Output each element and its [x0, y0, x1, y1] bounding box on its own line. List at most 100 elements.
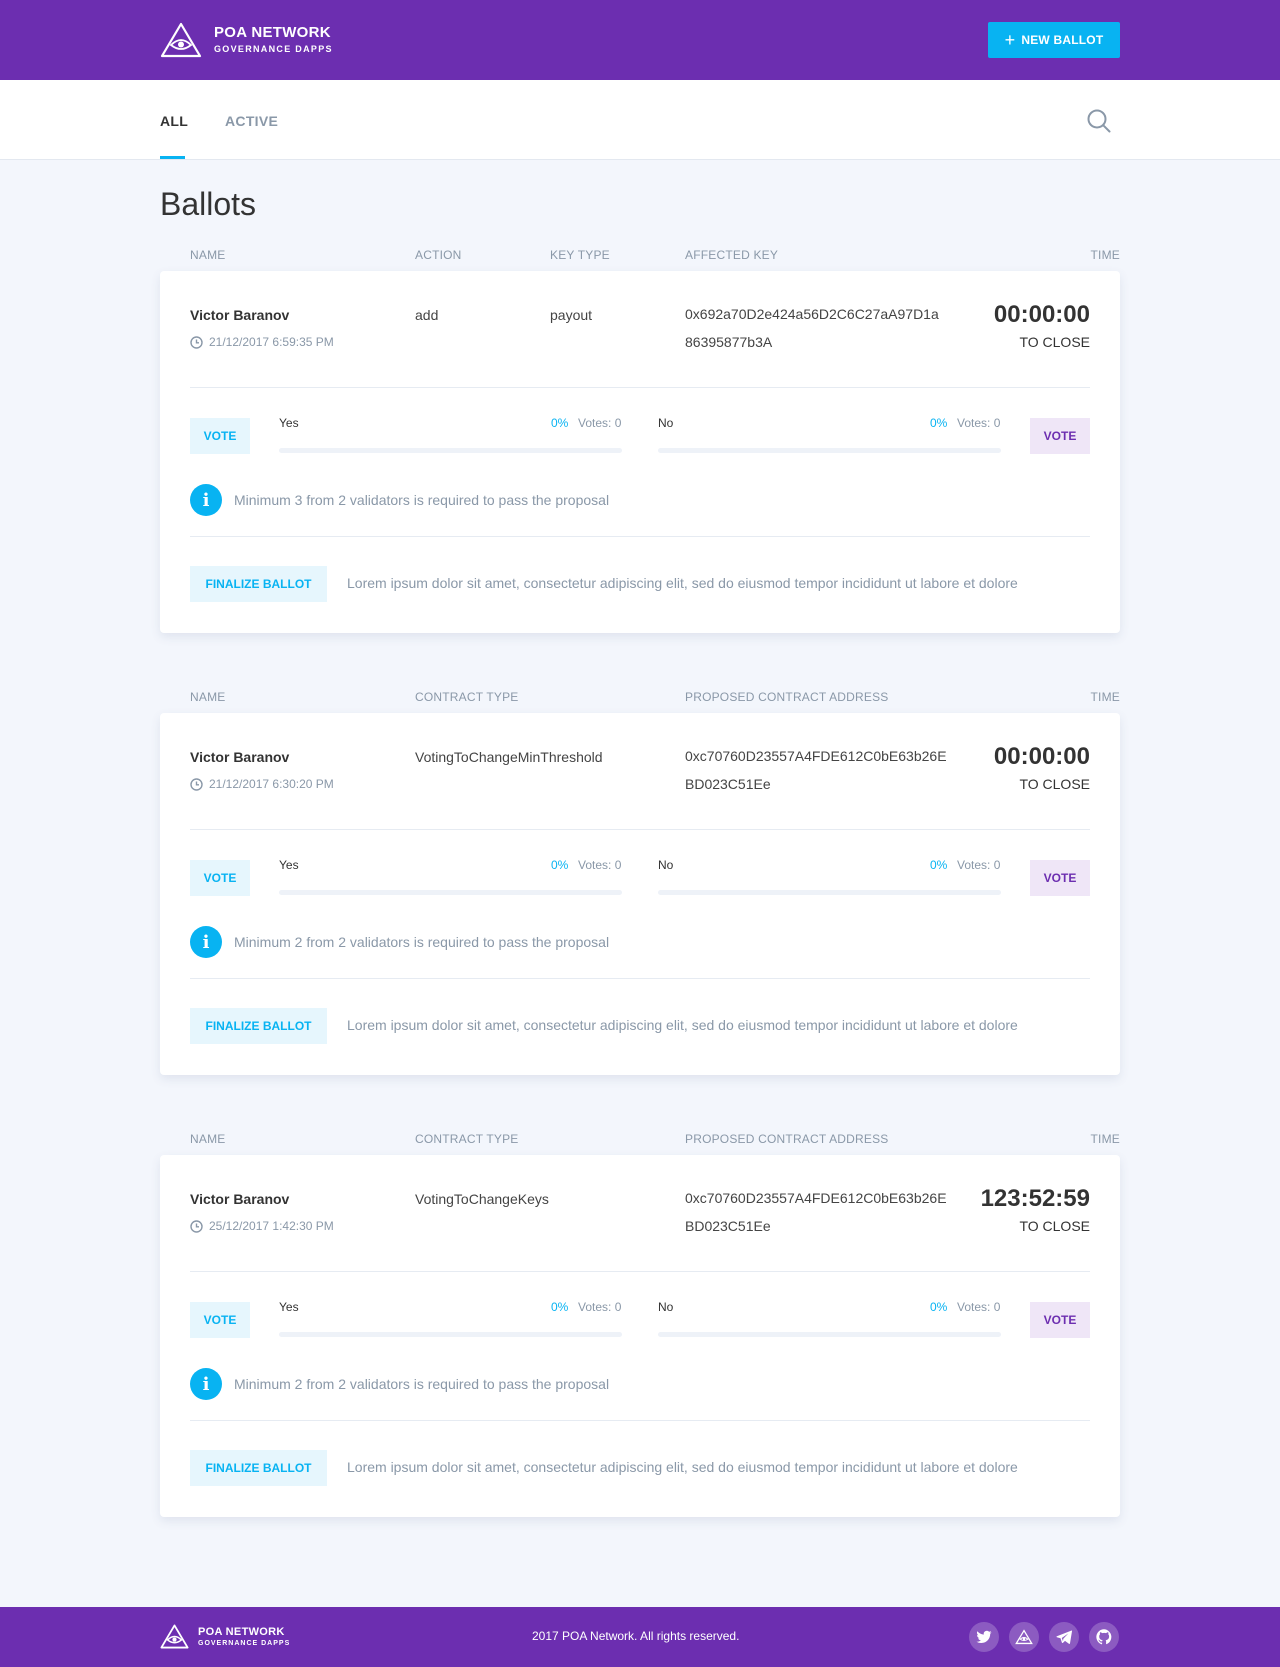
vote-yes-button[interactable]: VOTE: [190, 860, 250, 896]
address-line-2: BD023C51Ee: [685, 1218, 771, 1234]
no-progress-bar: [658, 890, 1001, 895]
vote-yes-button[interactable]: VOTE: [190, 418, 250, 454]
clock-icon: [190, 1219, 203, 1233]
yes-percent: 0%: [551, 416, 569, 430]
divider: [190, 387, 1090, 388]
no-progress-bar: [658, 448, 1001, 453]
address-line-2: BD023C51Ee: [685, 776, 771, 792]
ballot-contract-type: VotingToChangeMinThreshold: [415, 749, 603, 765]
divider: [190, 829, 1090, 830]
finalize-ballot-button[interactable]: FINALIZE BALLOT: [190, 566, 327, 602]
tab-active[interactable]: ACTIVE: [225, 113, 278, 129]
vote-no-button[interactable]: VOTE: [1030, 1302, 1090, 1338]
address-line-1: 0xc70760D23557A4FDE612C0bE63b26E: [685, 1190, 947, 1206]
column-header-key-type: KEY TYPE: [550, 248, 610, 262]
column-header-time: TIME: [1090, 1132, 1120, 1146]
ballot-description: Lorem ipsum dolor sit amet, consectetur …: [347, 1017, 1018, 1033]
column-header-action: ACTION: [415, 248, 462, 262]
ballot-action: add: [415, 307, 439, 323]
active-tab-indicator: [160, 156, 185, 159]
finalize-ballot-button[interactable]: FINALIZE BALLOT: [190, 1450, 327, 1486]
column-header-time: TIME: [1090, 248, 1120, 262]
divider: [190, 1271, 1090, 1272]
ballot-filter-nav: ALL ACTIVE: [0, 80, 1280, 160]
ballot-creator-name: Victor Baranov: [190, 307, 290, 323]
column-header-name: NAME: [190, 248, 226, 262]
ballot-creator-name: Victor Baranov: [190, 749, 290, 765]
column-header-proposed-address: PROPOSED CONTRACT ADDRESS: [685, 1132, 889, 1146]
info-icon: i: [190, 926, 222, 958]
footer-logo-subtitle: GOVERNANCE DAPPS: [198, 1639, 291, 1647]
yes-progress-bar: [279, 1332, 622, 1337]
no-progress-bar: [658, 1332, 1001, 1337]
poa-icon[interactable]: [1009, 1622, 1039, 1652]
twitter-icon[interactable]: [969, 1622, 999, 1652]
header: POA NETWORK GOVERNANCE DAPPS + NEW BALLO…: [0, 0, 1280, 80]
ballot-date-text: 21/12/2017 6:30:20 PM: [209, 777, 334, 791]
new-ballot-button[interactable]: + NEW BALLOT: [988, 22, 1120, 58]
divider: [190, 978, 1090, 979]
yes-votes: Votes: 0: [578, 858, 622, 872]
vote-no-button[interactable]: VOTE: [1030, 418, 1090, 454]
column-header-contract-type: CONTRACT TYPE: [415, 690, 519, 704]
footer-logo-title: POA NETWORK: [198, 1625, 285, 1638]
ballot-date-text: 21/12/2017 6:59:35 PM: [209, 335, 334, 349]
yes-percent: 0%: [551, 1300, 569, 1314]
ballot-card: Victor Baranov 21/12/2017 6:30:20 PM Vot…: [160, 713, 1120, 1075]
threshold-info: Minimum 2 from 2 validators is required …: [234, 1376, 610, 1392]
search-icon[interactable]: [1086, 108, 1112, 139]
footer: POA NETWORK GOVERNANCE DAPPS 2017 POA Ne…: [0, 1607, 1280, 1667]
column-header-name: NAME: [190, 1132, 226, 1146]
column-header-affected-key: AFFECTED KEY: [685, 248, 779, 262]
ballot-proposed-address: 0xc70760D23557A4FDE612C0bE63b26E BD023C5…: [685, 1184, 947, 1240]
ballot-key-type: payout: [550, 307, 593, 323]
no-percent: 0%: [930, 416, 948, 430]
column-header-contract-type: CONTRACT TYPE: [415, 1132, 519, 1146]
no-votes: Votes: 0: [957, 858, 1001, 872]
ballot-date: 25/12/2017 1:42:30 PM: [190, 1219, 334, 1233]
logo[interactable]: POA NETWORK GOVERNANCE DAPPS: [160, 22, 333, 58]
finalize-ballot-button[interactable]: FINALIZE BALLOT: [190, 1008, 327, 1044]
ballot-affected-key: 0x692a70D2e424a56D2C6C27aA97D1a 86395877…: [685, 300, 939, 356]
threshold-info: Minimum 3 from 2 validators is required …: [234, 492, 610, 508]
column-header-name: NAME: [190, 690, 226, 704]
yes-votes: Votes: 0: [578, 416, 622, 430]
no-label: No: [658, 1300, 674, 1314]
ballot-time-remaining: 00:00:00: [993, 301, 1090, 328]
info-icon: i: [190, 1368, 222, 1400]
footer-logo[interactable]: POA NETWORK GOVERNANCE DAPPS: [160, 1624, 290, 1649]
ballot-date: 21/12/2017 6:59:35 PM: [190, 335, 334, 349]
clock-icon: [190, 335, 203, 349]
tab-all[interactable]: ALL: [160, 113, 188, 129]
clock-icon: [190, 777, 203, 791]
info-icon: i: [190, 484, 222, 516]
yes-progress-bar: [279, 890, 622, 895]
ballot-description: Lorem ipsum dolor sit amet, consectetur …: [347, 575, 1018, 591]
ballot-proposed-address: 0xc70760D23557A4FDE612C0bE63b26E BD023C5…: [685, 742, 947, 798]
page-title: Ballots: [160, 186, 257, 222]
threshold-info: Minimum 2 from 2 validators is required …: [234, 934, 610, 950]
ballot-time-remaining: 00:00:00: [993, 743, 1090, 770]
time-caption: TO CLOSE: [1019, 1218, 1090, 1234]
vote-no-button[interactable]: VOTE: [1030, 860, 1090, 896]
column-header-proposed-address: PROPOSED CONTRACT ADDRESS: [685, 690, 889, 704]
telegram-icon[interactable]: [1049, 1622, 1079, 1652]
vote-yes-button[interactable]: VOTE: [190, 1302, 250, 1338]
copyright-text: 2017 POA Network. All rights reserved.: [532, 1629, 740, 1643]
logo-subtitle: GOVERNANCE DAPPS: [214, 44, 333, 54]
ballot-description: Lorem ipsum dolor sit amet, consectetur …: [347, 1459, 1018, 1475]
yes-label: Yes: [279, 416, 299, 430]
ballot-contract-type: VotingToChangeKeys: [415, 1191, 549, 1207]
logo-title: POA NETWORK: [214, 24, 331, 41]
yes-label: Yes: [279, 858, 299, 872]
no-label: No: [658, 416, 674, 430]
column-header-time: TIME: [1090, 690, 1120, 704]
plus-icon: +: [1004, 30, 1016, 50]
yes-votes: Votes: 0: [578, 1300, 622, 1314]
github-icon[interactable]: [1089, 1622, 1119, 1652]
divider: [190, 536, 1090, 537]
yes-progress-bar: [279, 448, 622, 453]
address-line-2: 86395877b3A: [685, 334, 773, 350]
new-ballot-label: NEW BALLOT: [1021, 33, 1104, 47]
ballot-date-text: 25/12/2017 1:42:30 PM: [209, 1219, 334, 1233]
